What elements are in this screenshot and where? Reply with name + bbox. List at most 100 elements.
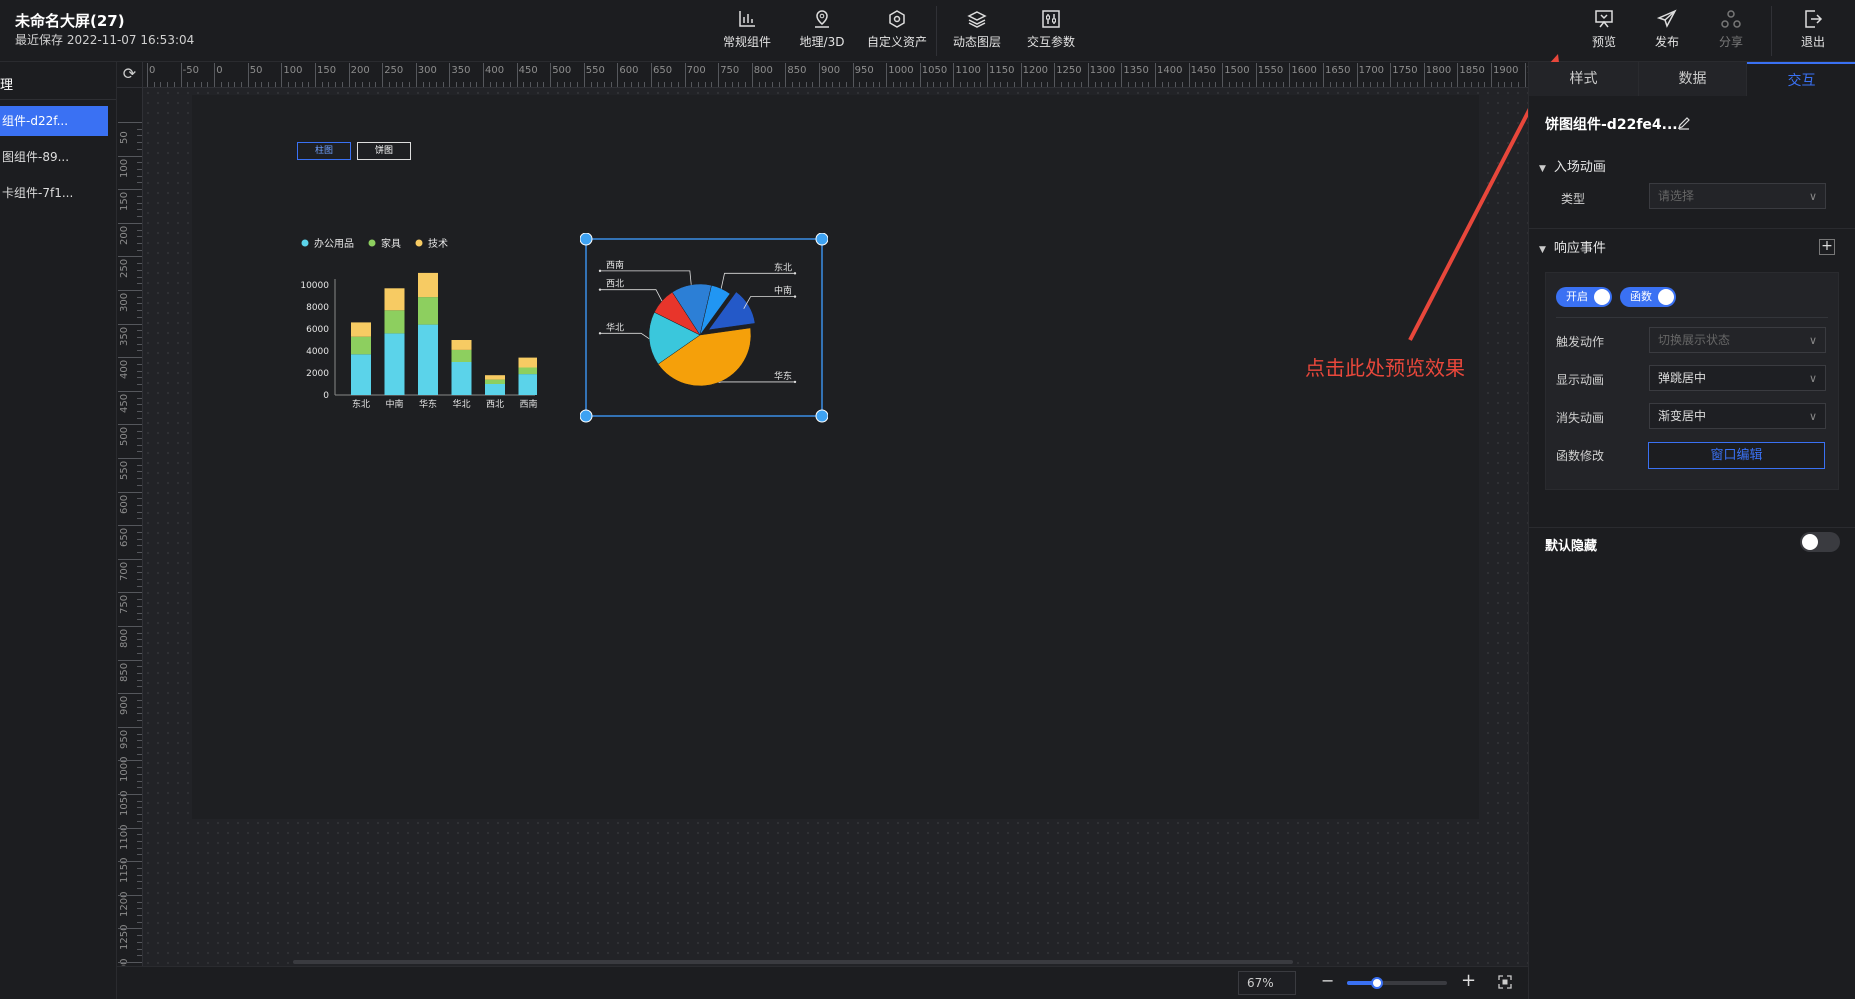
annotation-text: 点击此处预览效果 [1305, 356, 1465, 380]
ruler-tick [866, 82, 868, 87]
trigger-action-value: 切换展示状态 [1658, 333, 1731, 347]
ruler-tick [137, 451, 142, 453]
trigger-action-select[interactable]: 切换展示状态 ∨ [1649, 327, 1826, 353]
share-button[interactable]: 分享 [1696, 8, 1766, 54]
ruler-tick [137, 330, 142, 332]
scroll-thumb[interactable] [293, 960, 1293, 964]
ruler-tick-label: 800 [753, 65, 773, 76]
pie-label: 西北 [606, 279, 624, 290]
zoom-input[interactable]: 67% [1238, 971, 1296, 995]
ruler-tick [137, 820, 142, 822]
hide-animation-label: 消失动画 [1556, 411, 1605, 425]
ruler-tick [118, 357, 142, 359]
type-placeholder: 请选择 [1658, 189, 1695, 203]
geo-3d-button[interactable]: 地理/3D [787, 8, 857, 54]
ruler-tick [610, 82, 612, 87]
ruler-tick-label: -50 [182, 65, 199, 76]
exit-button[interactable]: 退出 [1778, 8, 1848, 54]
refresh-ruler-icon[interactable]: ⟳ [117, 62, 143, 88]
ruler-tick [137, 269, 142, 271]
pie-label: 东北 [774, 261, 792, 273]
pie-label-dot [598, 332, 602, 335]
ruler-tick [1329, 82, 1331, 87]
ruler-tick [137, 632, 142, 634]
ruler-tick [1249, 82, 1251, 87]
ruler-tick [489, 82, 491, 87]
ruler-tick [137, 612, 142, 614]
function-toggle[interactable]: 函数 [1620, 287, 1676, 307]
ruler-tick [321, 82, 323, 87]
ruler-tick-label: 800 [119, 628, 130, 648]
enable-toggle[interactable]: 开启 [1556, 287, 1612, 307]
response-event-header[interactable]: ▼ 响应事件 [1539, 237, 1606, 256]
publish-button[interactable]: 发布 [1632, 8, 1702, 54]
pie-tab-button[interactable]: 饼图 [357, 142, 411, 160]
legend-label: 技术 [428, 237, 448, 250]
ruler-tick [1282, 82, 1284, 87]
edit-pencil-icon[interactable] [1677, 116, 1691, 130]
layer-item[interactable]: 卡组件-7f1... [0, 178, 108, 208]
regular-components-button[interactable]: 常规组件 [712, 8, 782, 54]
dynamic-layers-button[interactable]: 动态图层 [942, 8, 1012, 54]
ruler-tick [118, 962, 142, 963]
zoom-in-button[interactable]: + [1461, 970, 1476, 991]
entry-animation-header[interactable]: ▼ 入场动画 [1539, 156, 1606, 175]
zoom-slider-handle[interactable] [1371, 977, 1383, 989]
ruler-tick [577, 82, 579, 87]
ruler-tick [137, 599, 142, 601]
ruler-tick-label: 1450 [1190, 65, 1217, 76]
ruler-tick [137, 767, 142, 769]
bar-segment [485, 375, 505, 380]
ruler-tick [137, 505, 142, 507]
ruler-tick-label: 1200 [1022, 65, 1049, 76]
custom-assets-button[interactable]: 自定义资产 [862, 8, 932, 54]
ruler-tick [137, 814, 142, 816]
add-event-button[interactable]: + [1819, 239, 1835, 255]
tab-style[interactable]: 样式 [1529, 62, 1638, 96]
tab-interaction[interactable]: 交互 [1747, 62, 1855, 96]
ruler-tick [137, 182, 142, 184]
bar-chart-icon [739, 11, 755, 27]
ruler-tick [137, 834, 142, 836]
window-edit-button[interactable]: 窗口编辑 [1648, 442, 1825, 469]
ruler-tick [859, 82, 861, 87]
ruler-tick [751, 63, 753, 87]
layer-item[interactable]: 组件-d22f... [0, 106, 108, 136]
ruler-tick-label: 750 [720, 65, 740, 76]
fit-screen-icon[interactable] [1498, 975, 1512, 989]
function-toggle-label: 函数 [1630, 290, 1652, 303]
show-animation-select[interactable]: 弹跳居中 ∨ [1649, 365, 1826, 391]
ruler-tick-label: 200 [350, 65, 370, 76]
horizontal-scrollbar[interactable] [143, 958, 1528, 966]
ruler-tick [1255, 63, 1257, 87]
ruler-tick [261, 82, 263, 87]
ruler-tick [1047, 82, 1049, 87]
ruler-tick [1054, 63, 1056, 87]
ruler-tick [118, 693, 142, 695]
ruler-tick [435, 82, 437, 87]
bar-segment [485, 384, 505, 395]
x-tick-label: 中南 [385, 398, 403, 410]
legend-marker [415, 239, 423, 247]
ruler-tick [137, 572, 142, 574]
layer-item[interactable]: 图组件-89... [0, 142, 108, 172]
hide-animation-select[interactable]: 渐变居中 ∨ [1649, 403, 1826, 429]
x-tick-label: 华北 [452, 398, 470, 410]
ruler-tick [1060, 82, 1062, 87]
screen-board[interactable]: 柱图 饼图 办公用品 家具 技术 10000 8000 6000 4000 2000 0 东北 中南… [192, 95, 1479, 819]
interaction-params-button[interactable]: 交互参数 [1016, 8, 1086, 54]
entry-animation-type-select[interactable]: 请选择 ∨ [1649, 183, 1826, 209]
ruler-tick [137, 363, 142, 365]
zoom-out-button[interactable]: − [1321, 971, 1334, 990]
ruler-tick [137, 202, 142, 204]
tab-data[interactable]: 数据 [1638, 62, 1747, 96]
bar-tab-button[interactable]: 柱图 [297, 142, 351, 160]
bar-segment [384, 333, 405, 395]
ruler-tick [1376, 82, 1378, 87]
ruler-tick-label: 200 [119, 225, 130, 245]
ruler-tick [724, 82, 726, 87]
zoom-slider[interactable] [1347, 977, 1447, 989]
ruler-tick [118, 189, 142, 191]
ruler-tick [137, 652, 142, 654]
default-hidden-toggle[interactable] [1800, 532, 1840, 552]
